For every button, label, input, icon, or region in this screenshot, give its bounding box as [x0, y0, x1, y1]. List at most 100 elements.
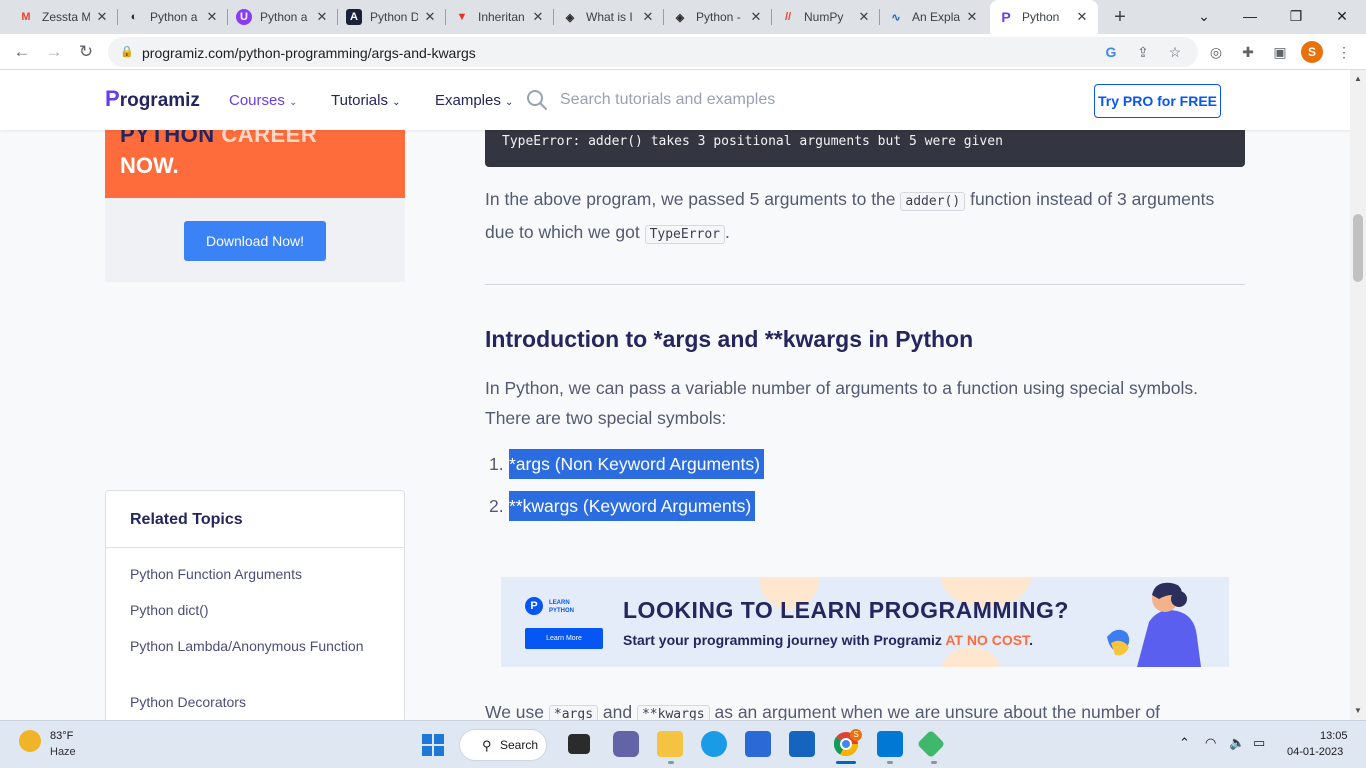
- nav-examples[interactable]: Examples ⌄: [435, 92, 513, 109]
- google-lens-icon[interactable]: G: [1102, 43, 1120, 61]
- grammarly-icon[interactable]: ◎: [1206, 42, 1226, 62]
- microsoft-store-icon[interactable]: [745, 731, 771, 757]
- share-icon[interactable]: ⇪: [1134, 43, 1152, 61]
- browser-tab[interactable]: U Python a ✕: [228, 0, 338, 34]
- close-tab-icon[interactable]: ✕: [856, 9, 872, 25]
- profile-avatar[interactable]: S: [1301, 41, 1323, 63]
- close-tab-icon[interactable]: ✕: [748, 9, 764, 25]
- menu-kebab-icon[interactable]: ⋮: [1334, 42, 1354, 62]
- nav-tutorials[interactable]: Tutorials ⌄: [331, 92, 401, 109]
- learn-more-button[interactable]: Learn More: [525, 628, 603, 649]
- scroll-up-icon[interactable]: ▲: [1353, 74, 1363, 83]
- browser-tab[interactable]: M Zessta M ✕: [10, 0, 118, 34]
- browser-tab[interactable]: ∿ An Expla ✕: [880, 0, 988, 34]
- text: Start your programming journey with Prog…: [623, 632, 942, 648]
- close-tab-icon[interactable]: ✕: [964, 9, 980, 25]
- numpy-icon: //: [784, 11, 792, 23]
- learn-programming-banner[interactable]: P LEARN PYTHON Learn More LOOKING TO LEA…: [501, 577, 1229, 667]
- task-view-icon[interactable]: [568, 734, 590, 754]
- windows-start-icon[interactable]: [421, 733, 445, 757]
- show-hidden-icons[interactable]: ⌃: [1179, 735, 1190, 751]
- github-icon: ◐: [130, 11, 138, 23]
- scrollbar-thumb[interactable]: [1353, 214, 1363, 282]
- vscode-icon[interactable]: [877, 731, 903, 757]
- clock-date[interactable]: 04-01-2023: [1287, 746, 1343, 758]
- scroll-down-icon[interactable]: ▼: [1353, 706, 1363, 715]
- teams-icon[interactable]: [613, 731, 639, 757]
- mail-icon[interactable]: [789, 731, 815, 757]
- minimize-button[interactable]: —: [1228, 0, 1272, 34]
- app-icon[interactable]: [916, 729, 946, 759]
- taskbar-search[interactable]: ⚲ Search: [459, 729, 547, 761]
- restore-button[interactable]: ❐: [1274, 0, 1318, 34]
- related-link[interactable]: Python Function Arguments: [130, 564, 390, 584]
- page-viewport: Programiz Courses ⌄ Tutorials ⌄ Examples…: [0, 70, 1350, 720]
- battery-icon[interactable]: ▭: [1253, 735, 1265, 751]
- close-tab-icon[interactable]: ✕: [530, 9, 546, 25]
- promo-footer: Download Now!: [105, 198, 405, 282]
- url-text: programiz.com/python-programming/args-an…: [142, 45, 476, 61]
- tab-title: What is I: [586, 10, 633, 24]
- address-bar[interactable]: 🔒 programiz.com/python-programming/args-…: [108, 37, 1198, 67]
- programiz-logo[interactable]: Programiz: [105, 86, 200, 112]
- volume-icon[interactable]: 🔈: [1229, 735, 1245, 751]
- nav-tutorials-label: Tutorials: [331, 92, 388, 109]
- clock-time[interactable]: 13:05: [1320, 730, 1348, 742]
- highlight-text: AT NO COST: [945, 632, 1030, 648]
- bookmark-star-icon[interactable]: ☆: [1166, 43, 1184, 61]
- tab-title: Python D: [370, 10, 418, 24]
- promo-text: NOW.: [120, 153, 179, 178]
- site-header: Programiz Courses ⌄ Tutorials ⌄ Examples…: [0, 70, 1350, 130]
- forward-icon[interactable]: →: [41, 39, 67, 65]
- download-now-button[interactable]: Download Now!: [184, 221, 326, 261]
- close-window-button[interactable]: ✕: [1320, 0, 1364, 34]
- weather-condition[interactable]: Haze: [50, 746, 76, 758]
- banner-headline: LOOKING TO LEARN PROGRAMMING?: [623, 597, 1069, 623]
- reload-icon[interactable]: ↻: [73, 39, 99, 65]
- gmail-icon: M: [21, 11, 31, 23]
- paragraph: In Python, we can pass a variable number…: [485, 378, 1199, 428]
- running-indicator: [931, 761, 937, 764]
- file-explorer-icon[interactable]: [657, 731, 683, 757]
- paragraph: In the above program, we passed 5 argume…: [485, 184, 1225, 250]
- search-input[interactable]: Search tutorials and examples: [560, 91, 775, 109]
- vlearn-icon: ▼: [456, 11, 468, 23]
- temperature[interactable]: 83°F: [50, 730, 73, 742]
- close-tab-icon[interactable]: ✕: [640, 9, 656, 25]
- browser-tab-active[interactable]: P Python ✕: [990, 0, 1098, 34]
- back-icon[interactable]: ←: [9, 39, 35, 65]
- running-indicator: [668, 761, 674, 764]
- close-tab-icon[interactable]: ✕: [422, 9, 438, 25]
- browser-tab[interactable]: A Python D ✕: [338, 0, 446, 34]
- side-panel-icon[interactable]: ▣: [1270, 42, 1290, 62]
- diamond-site-icon: ◈: [675, 11, 685, 24]
- browser-tab[interactable]: // NumPy ✕: [772, 0, 880, 34]
- inline-code: TypeError: [644, 225, 726, 244]
- weather-haze-icon[interactable]: [19, 730, 41, 752]
- search-icon[interactable]: [526, 89, 548, 111]
- chrome-profile-badge: S: [850, 729, 862, 741]
- browser-tab[interactable]: ◈ Python - ✕: [664, 0, 772, 34]
- close-tab-icon[interactable]: ✕: [204, 9, 220, 25]
- nav-courses[interactable]: Courses ⌄: [229, 92, 297, 109]
- close-tab-icon[interactable]: ✕: [1074, 9, 1090, 25]
- close-tab-icon[interactable]: ✕: [94, 9, 110, 25]
- related-link[interactable]: Python Lambda/Anonymous Function: [130, 636, 390, 656]
- wifi-icon[interactable]: ◠: [1205, 735, 1216, 751]
- related-link[interactable]: Python dict(): [130, 600, 390, 620]
- edge-icon[interactable]: [701, 731, 727, 757]
- vertical-scrollbar[interactable]: ▲ ▼: [1350, 70, 1366, 720]
- running-indicator: [887, 761, 893, 764]
- nav-examples-label: Examples: [435, 92, 501, 109]
- browser-tab[interactable]: ◐ Python a ✕: [118, 0, 228, 34]
- new-tab-button[interactable]: +: [1108, 5, 1132, 29]
- browser-tab[interactable]: ◈ What is I ✕: [554, 0, 664, 34]
- udemy-icon: U: [236, 9, 252, 25]
- text: In the above program, we passed 5 argume…: [485, 189, 896, 209]
- close-tab-icon[interactable]: ✕: [314, 9, 330, 25]
- related-link[interactable]: Python Decorators: [130, 692, 390, 712]
- tab-search-icon[interactable]: ⌄: [1182, 0, 1226, 34]
- extensions-icon[interactable]: ✚: [1238, 42, 1258, 62]
- browser-tab[interactable]: ▼ Inheritan ✕: [446, 0, 554, 34]
- try-pro-button[interactable]: Try PRO for FREE: [1094, 84, 1221, 118]
